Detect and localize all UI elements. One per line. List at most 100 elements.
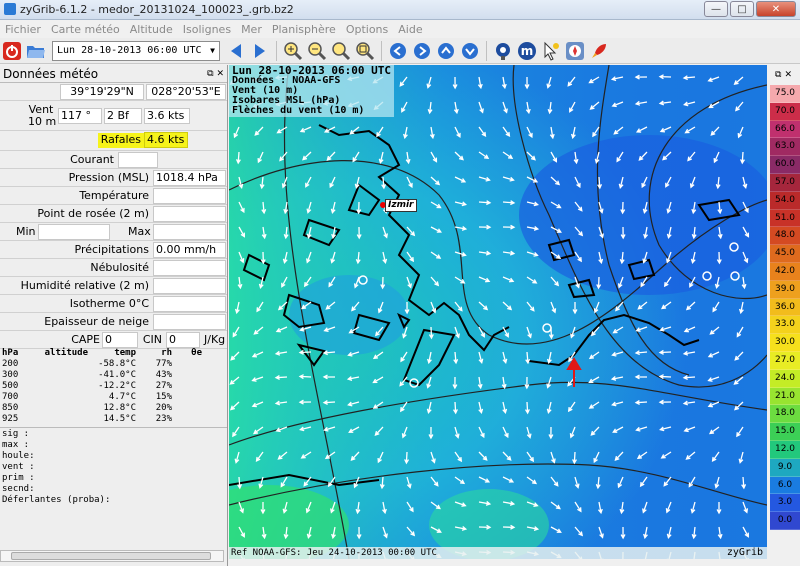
profile-rh: 77% [155, 359, 172, 369]
profile-rh: 23% [155, 414, 172, 424]
temperature-value [153, 188, 226, 204]
open-file-button[interactable] [25, 40, 47, 62]
meteotable-button[interactable]: m [516, 40, 538, 62]
close-panel-icon[interactable]: ✕ [216, 69, 224, 79]
float-panel-icon[interactable]: ⧉ [207, 69, 213, 79]
pan-left-button[interactable] [387, 40, 409, 62]
scale-row: 24.0 [770, 369, 800, 388]
menu-options[interactable]: Options [341, 23, 393, 36]
chevron-down-icon: ▼ [210, 46, 215, 55]
date-select[interactable]: Lun 28-10-2013 06:00 UTC ▼ [52, 40, 220, 61]
quit-button[interactable] [1, 40, 23, 62]
wave-line: max : [2, 440, 30, 450]
menu-altitude[interactable]: Altitude [125, 23, 178, 36]
wave-line: sig : [2, 429, 30, 439]
cin-label: CIN [142, 333, 162, 346]
cin-unit: J/Kg [204, 333, 226, 346]
humidity-value [153, 278, 226, 294]
wave-line: Déferlantes (proba): [2, 495, 111, 505]
selection-button[interactable] [540, 40, 562, 62]
weather-map[interactable]: Lun 28-10-2013 06:00 UTC Données : NOAA-… [229, 65, 767, 559]
brand-label: zyGrib [726, 547, 763, 558]
zoom-area-button[interactable] [330, 40, 352, 62]
profile-altitude [32, 403, 88, 414]
profile-level: 300 [2, 370, 19, 380]
previous-date-button[interactable] [225, 40, 247, 62]
profile-row: 300 -41.0°C 43% [2, 370, 225, 381]
profile-rh: 15% [155, 392, 172, 402]
scale-row: 12.0 [770, 440, 800, 459]
profile-header-rh: rh [161, 348, 172, 358]
precipitation-value: 0.00 mm/h [153, 242, 226, 258]
profile-header-temp: temp [114, 348, 136, 358]
close-button[interactable]: ✕ [756, 1, 796, 17]
menu-mer[interactable]: Mer [236, 23, 267, 36]
cloud-value [153, 260, 226, 276]
window-title: zyGrib-6.1.2 - medor_20131024_100023_.gr… [20, 3, 294, 16]
meteotable-icon: m [518, 41, 536, 60]
isotherm-value [153, 296, 226, 312]
wind-direction-value: 117 ° [58, 108, 102, 124]
float-scale-icon[interactable]: ⧉ [775, 70, 781, 80]
pan-right-button[interactable] [411, 40, 433, 62]
scale-row: 0.0 [770, 512, 800, 530]
profile-header-altitude: altitude [44, 348, 88, 358]
gust-value: 4.6 kts [144, 132, 188, 148]
menu-isolignes[interactable]: Isolignes [178, 23, 236, 36]
scrollbar-thumb[interactable] [11, 552, 211, 560]
scale-row: 70.0 [770, 102, 800, 121]
profile-temp: 4.7°C [108, 392, 136, 402]
current-value [118, 152, 158, 168]
zoom-all-icon [356, 41, 375, 60]
panel-horizontal-scrollbar[interactable] [0, 550, 224, 562]
zoom-out-button[interactable] [306, 40, 328, 62]
profile-row: 850 12.8°C 20% [2, 403, 225, 414]
profile-altitude [32, 381, 88, 392]
wave-data: sig : max : houle: vent : prim : secnd: … [0, 427, 227, 507]
profile-level: 500 [2, 381, 19, 391]
menu-aide[interactable]: Aide [393, 23, 427, 36]
next-date-button[interactable] [249, 40, 271, 62]
scale-row: 45.0 [770, 245, 800, 263]
boardpanel-button[interactable] [564, 40, 586, 62]
scale-row: 3.0 [770, 494, 800, 513]
zoom-all-button[interactable] [354, 40, 376, 62]
menu-fichier[interactable]: Fichier [0, 23, 46, 36]
wind-label: Vent 10 m [28, 103, 57, 128]
scale-row: 27.0 [770, 351, 800, 370]
pressure-row: Pression (MSL) 1018.4 hPa [0, 169, 227, 187]
map-info-box: Lun 28-10-2013 06:00 UTC Données : NOAA-… [229, 65, 394, 117]
menu-carte-meteo[interactable]: Carte météo [46, 23, 125, 36]
scale-row: 6.0 [770, 476, 800, 495]
menu-planisphere[interactable]: Planisphère [267, 23, 341, 36]
profile-row: 200 -58.8°C 77% [2, 359, 225, 370]
pan-up-button[interactable] [435, 40, 457, 62]
snow-label: Epaisseur de neige [44, 315, 149, 328]
max-value [153, 224, 226, 240]
panel-controls: ⧉ ✕ [207, 69, 224, 79]
folder-icon [27, 45, 45, 58]
station-button[interactable] [492, 40, 514, 62]
maximize-button[interactable]: □ [730, 1, 754, 17]
close-scale-icon[interactable]: ✕ [784, 70, 792, 80]
vertical-profile: hPa altitude temp rh θe 200 -58.8°C 77% … [0, 347, 227, 426]
reference-bar: Ref NOAA-GFS: Jeu 24-10-2013 00:00 UTC z… [229, 547, 767, 559]
position-row: 39°19'29"N 028°20'53"E [0, 83, 227, 101]
temperature-label: Température [79, 189, 149, 202]
satellite-dish-icon [496, 42, 510, 60]
wind-speed-value: 3.6 kts [144, 108, 190, 124]
current-row: Courant [0, 151, 227, 169]
wind-row: Vent 10 m 117 ° 2 Bf 3.6 kts [0, 101, 227, 131]
toolbar-separator [486, 40, 487, 61]
minimize-button[interactable]: — [704, 1, 728, 17]
rocket-button[interactable] [588, 40, 610, 62]
zoom-in-button[interactable] [282, 40, 304, 62]
wave-line: vent : [2, 462, 35, 472]
compass-icon [566, 41, 584, 60]
pan-down-button[interactable] [459, 40, 481, 62]
profile-header-theta-e: θe [191, 348, 202, 358]
profile-temp: 14.5°C [103, 414, 136, 424]
circle-arrow-up-icon [438, 42, 454, 59]
profile-theta-e [172, 370, 202, 381]
power-icon [3, 41, 21, 60]
